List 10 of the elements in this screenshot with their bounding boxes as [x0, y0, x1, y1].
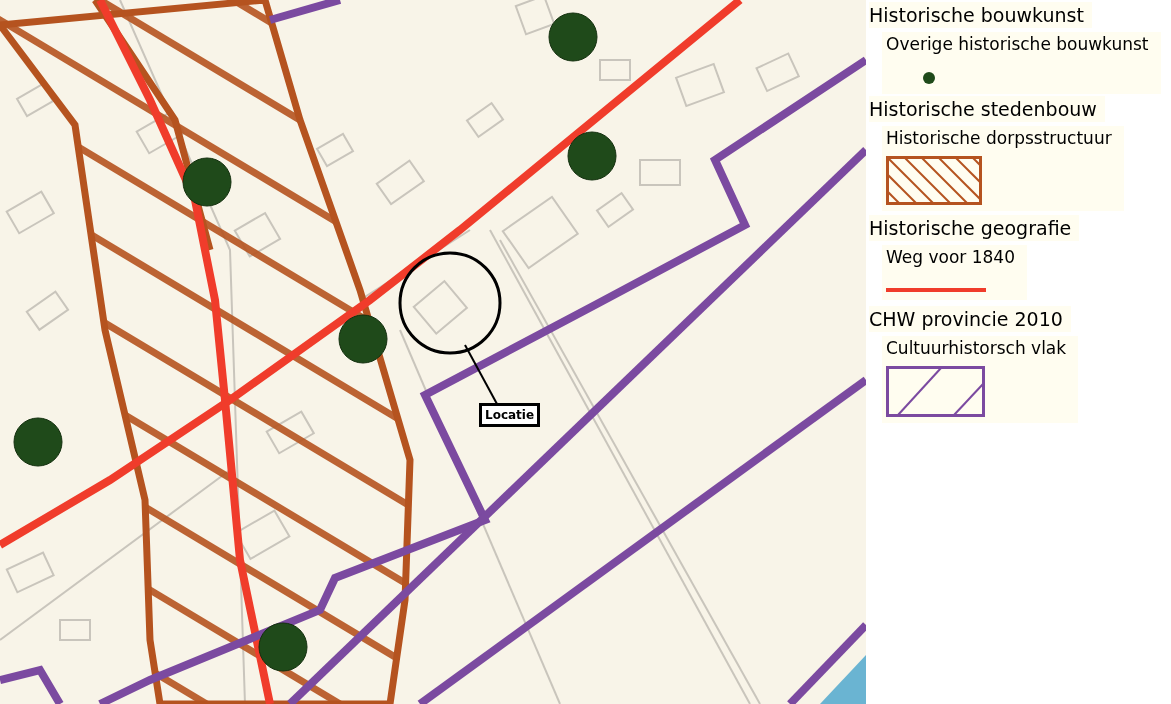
- legend-label: Historische dorpsstructuur: [886, 127, 1112, 150]
- legend-heading: Historische stedenbouw: [869, 96, 1105, 122]
- legend-label: Weg voor 1840: [886, 246, 1015, 269]
- legend-heading: Historische geografie: [869, 215, 1080, 241]
- legend-heading: Historische bouwkunst: [869, 2, 1092, 28]
- legend-label: Cultuurhistorsch vlak: [886, 337, 1067, 360]
- location-label: Locatie: [479, 403, 541, 427]
- legend-heading: CHW provincie 2010: [869, 306, 1071, 332]
- leader-line: [464, 344, 498, 405]
- legend-label: Overige historische bouwkunst: [886, 33, 1149, 56]
